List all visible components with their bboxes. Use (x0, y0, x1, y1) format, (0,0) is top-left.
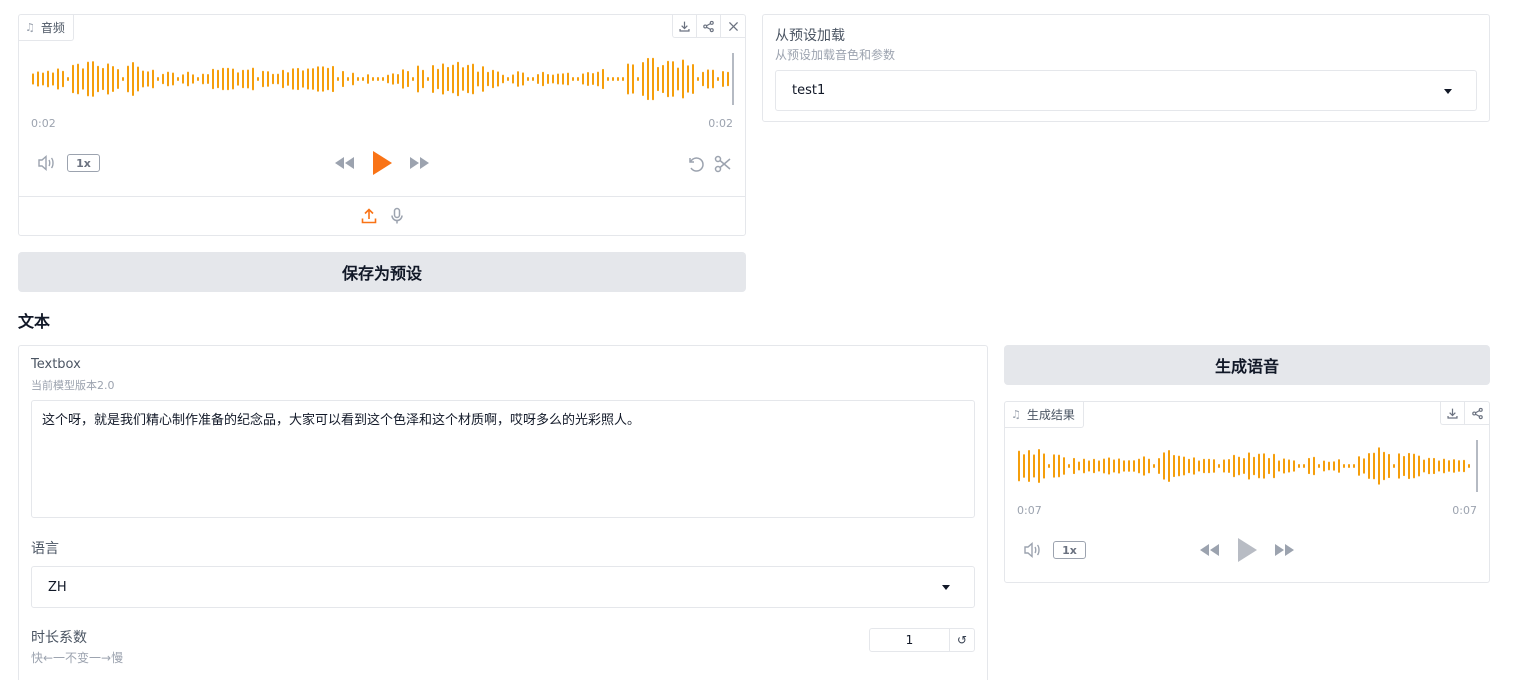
rewind-icon[interactable] (1196, 541, 1222, 559)
audio-output-panel: ♫ 生成结果 0:07 0:07 1x (1004, 401, 1490, 583)
duration-label: 时长系数 (31, 630, 87, 646)
preset-title: 从预设加载 (775, 28, 845, 44)
duration-number-input[interactable]: 1 (869, 628, 950, 652)
share-icon[interactable] (697, 15, 721, 37)
duration-info: 快←一不变一→慢 (31, 651, 124, 665)
microphone-icon[interactable] (387, 206, 407, 226)
upload-icon[interactable] (359, 206, 379, 226)
reset-icon[interactable]: ↺ (949, 628, 975, 652)
generate-speech-button[interactable]: 生成语音 (1004, 345, 1490, 385)
language-selected: ZH (48, 579, 67, 595)
download-icon[interactable] (1441, 402, 1465, 424)
textbox-info: 当前模型版本2.0 (31, 379, 115, 392)
preset-panel: 从预设加载 从预设加载音色和参数 test1 (762, 14, 1490, 122)
audio-input-time-start: 0:02 (31, 117, 56, 130)
save-preset-button[interactable]: 保存为预设 (18, 252, 746, 292)
music-note-icon: ♫ (1011, 408, 1021, 421)
play-icon[interactable] (369, 150, 395, 176)
audio-output-time-end: 0:07 (1452, 504, 1477, 517)
volume-icon[interactable] (1022, 540, 1044, 560)
undo-icon[interactable] (685, 154, 707, 174)
share-icon[interactable] (1465, 402, 1489, 424)
close-icon[interactable] (721, 15, 745, 37)
chevron-down-icon (942, 585, 950, 590)
playback-speed-button[interactable]: 1x (67, 154, 100, 172)
section-title: 文本 (18, 312, 51, 331)
textbox-label: Textbox (31, 357, 81, 372)
language-label: 语言 (31, 541, 59, 557)
preset-subtitle: 从预设加载音色和参数 (775, 48, 896, 62)
chevron-down-icon (1444, 88, 1452, 94)
preset-selected: test1 (792, 83, 826, 98)
language-dropdown[interactable]: ZH (31, 566, 975, 608)
playback-speed-button[interactable]: 1x (1053, 541, 1086, 559)
audio-input-label: ♫ 音频 (19, 15, 74, 41)
audio-output-toolbar (1440, 402, 1489, 425)
audio-input-time-end: 0:02 (708, 117, 733, 130)
volume-icon[interactable] (36, 153, 58, 173)
fast-forward-icon[interactable] (407, 154, 433, 172)
scissors-icon[interactable] (712, 154, 734, 174)
audio-input-toolbar (672, 15, 745, 38)
audio-output-waveform[interactable] (1017, 438, 1479, 494)
audio-input-waveform[interactable] (31, 51, 735, 107)
text-panel: Textbox 当前模型版本2.0 这个呀，就是我们精心制作准备的纪念品，大家可… (18, 345, 988, 680)
download-icon[interactable] (673, 15, 697, 37)
audio-output-label: ♫ 生成结果 (1005, 402, 1084, 428)
audio-input-panel: ♫ 音频 0:02 0:02 1x (18, 14, 746, 236)
audio-source-divider (19, 196, 745, 197)
rewind-icon[interactable] (331, 154, 357, 172)
text-input[interactable]: 这个呀，就是我们精心制作准备的纪念品，大家可以看到这个色泽和这个材质啊，哎呀多么… (31, 400, 975, 518)
audio-output-time-start: 0:07 (1017, 504, 1042, 517)
play-icon[interactable] (1234, 537, 1260, 563)
music-note-icon: ♫ (25, 21, 35, 34)
preset-dropdown[interactable]: test1 (775, 70, 1477, 111)
fast-forward-icon[interactable] (1272, 541, 1298, 559)
